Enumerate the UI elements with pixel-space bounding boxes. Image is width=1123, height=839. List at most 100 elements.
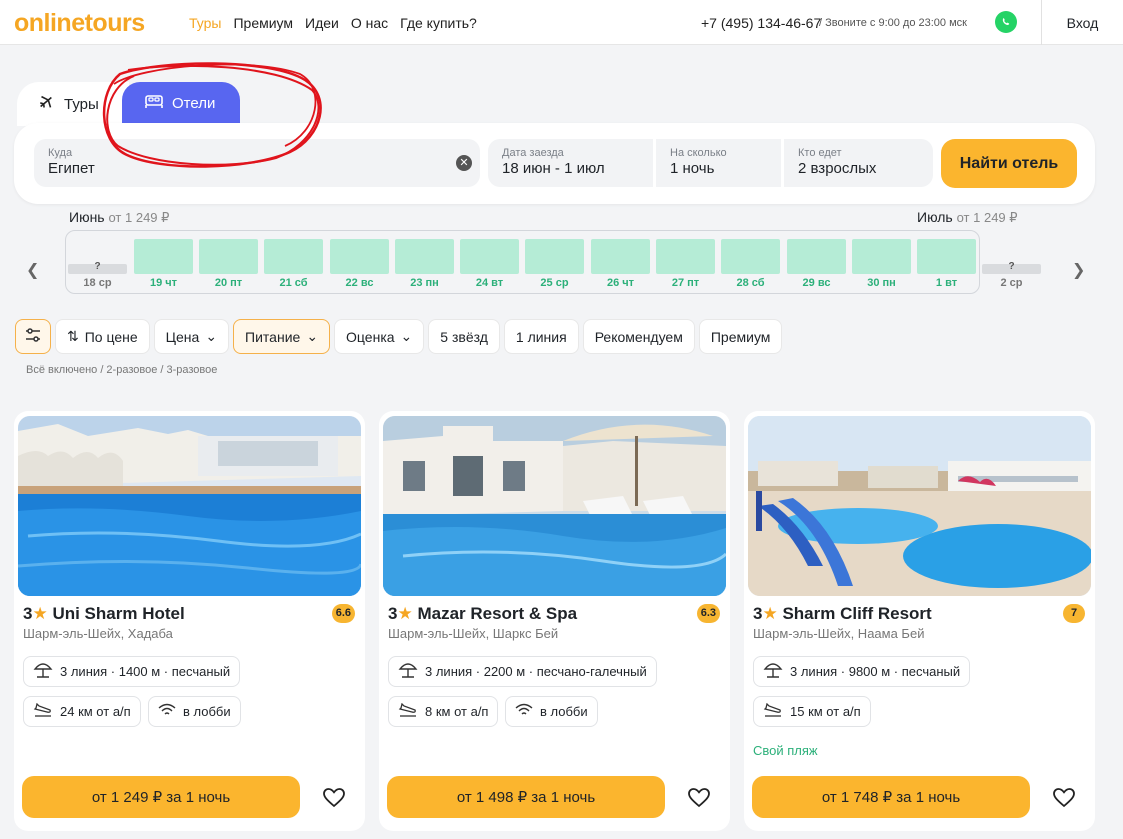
airport-distance-pill: 15 км от а/п	[753, 696, 871, 727]
beach-info-pill: 3 линия · 1400 м · песчаный	[23, 656, 241, 687]
tab-hotels[interactable]: Отели	[122, 82, 240, 124]
site-logo[interactable]: onlinetours	[14, 9, 145, 38]
plane-landing-icon	[763, 702, 783, 720]
rating-badge: 7	[1063, 604, 1085, 623]
sliders-icon	[24, 327, 42, 346]
nav-tours[interactable]: Туры	[189, 15, 221, 31]
chevron-left-icon[interactable]: ❮	[26, 260, 39, 280]
plane-landing-icon	[33, 702, 53, 720]
calendar-day[interactable]: 19 чт	[134, 239, 193, 289]
price-button[interactable]: от 1 748 ₽ за 1 ночь	[752, 776, 1030, 818]
heart-icon[interactable]	[323, 788, 345, 813]
nav-premium[interactable]: Премиум	[233, 15, 293, 31]
checkin-date-field[interactable]: Дата заезда 18 июн - 1 июл	[488, 139, 653, 187]
chevron-down-icon: ⌄	[306, 328, 319, 344]
nights-field[interactable]: На сколько 1 ночь	[656, 139, 781, 187]
tab-tours[interactable]: Туры	[17, 82, 129, 126]
search-panel: Куда Египет ✕ Дата заезда 18 июн - 1 июл…	[14, 123, 1095, 204]
five-stars-filter[interactable]: 5 звёзд	[428, 319, 500, 354]
hotel-title[interactable]: 3★ Uni Sharm Hotel	[23, 604, 185, 624]
whatsapp-icon[interactable]	[995, 11, 1017, 33]
beach-umbrella-icon	[33, 661, 53, 682]
calendar-day[interactable]: 25 ср	[525, 239, 584, 289]
nav-about[interactable]: О нас	[351, 15, 388, 31]
airport-distance-pill: 24 км от а/п	[23, 696, 141, 727]
airport-distance-pill: 8 км от а/п	[388, 696, 499, 727]
price-button[interactable]: от 1 249 ₽ за 1 ночь	[22, 776, 300, 818]
wifi-icon	[515, 703, 533, 720]
calendar-day[interactable]: 30 пн	[852, 239, 911, 289]
login-button[interactable]: Вход	[1041, 0, 1123, 45]
checkin-value: 18 июн - 1 июл	[502, 160, 605, 177]
recommended-filter[interactable]: Рекомендуем	[582, 319, 695, 354]
hotel-location: Шарм-эль-Шейх, Шаркс Бей	[388, 626, 559, 641]
beach-info-pill: 3 линия · 9800 м · песчаный	[753, 656, 971, 687]
guests-field[interactable]: Кто едет 2 взрослых	[784, 139, 933, 187]
hotel-photo[interactable]	[748, 416, 1091, 596]
checkin-label: Дата заезда	[502, 147, 564, 159]
plane-landing-icon	[398, 702, 418, 720]
nav-ideas[interactable]: Идеи	[305, 15, 339, 31]
filter-settings-button[interactable]	[15, 319, 51, 354]
beach-info-pill: 3 линия · 2200 м · песчано-галечный	[388, 656, 657, 687]
sort-arrows-icon: ⇅	[67, 328, 79, 344]
nav-where-to-buy[interactable]: Где купить?	[400, 15, 477, 31]
hotel-card[interactable]: 3★ Mazar Resort & Spa 6.3 Шарм-эль-Шейх,…	[379, 411, 730, 831]
beach-umbrella-icon	[398, 661, 418, 682]
score-filter-dropdown[interactable]: Оценка ⌄	[334, 319, 425, 354]
calendar-day[interactable]: 20 пт	[199, 239, 258, 289]
food-filter-note: Всё включено / 2-разовое / 3-разовое	[26, 364, 218, 376]
calendar-day[interactable]: 28 сб	[721, 239, 780, 289]
sort-by-price-button[interactable]: ⇅ По цене	[55, 319, 150, 354]
calendar-day[interactable]: 24 вт	[460, 239, 519, 289]
hotel-photo[interactable]	[18, 416, 361, 596]
tab-hotels-label: Отели	[172, 94, 216, 112]
phone-hours: / Звоните с 9:00 до 23:00 мск	[819, 17, 967, 29]
calendar-day[interactable]: 27 пт	[656, 239, 715, 289]
food-filter-dropdown[interactable]: Питание ⌄	[233, 319, 331, 354]
month-july-price: от 1 249 ₽	[956, 210, 1018, 225]
wifi-icon	[158, 703, 176, 720]
calendar-day[interactable]: 21 сб	[264, 239, 323, 289]
guests-value: 2 взрослых	[798, 160, 877, 177]
destination-label: Куда	[48, 147, 73, 159]
month-june: Июнь от 1 249 ₽	[69, 209, 170, 225]
hotel-card[interactable]: 3★ Sharm Cliff Resort 7 Шарм-эль-Шейх, Н…	[744, 411, 1095, 831]
phone-number[interactable]: +7 (495) 134-46-67	[701, 15, 821, 31]
hotel-title[interactable]: 3★ Mazar Resort & Spa	[388, 604, 577, 624]
hotel-card[interactable]: 3★ Uni Sharm Hotel 6.6 Шарм-эль-Шейх, Ха…	[14, 411, 365, 831]
hotel-title[interactable]: 3★ Sharm Cliff Resort	[753, 604, 932, 624]
price-button[interactable]: от 1 498 ₽ за 1 ночь	[387, 776, 665, 818]
hotel-location: Шарм-эль-Шейх, Хадаба	[23, 626, 173, 641]
wifi-pill: в лобби	[148, 696, 241, 727]
find-hotel-button[interactable]: Найти отель	[941, 139, 1077, 188]
month-july: Июль от 1 249 ₽	[917, 209, 1018, 225]
chevron-right-icon[interactable]: ❯	[1072, 260, 1085, 280]
airplane-icon	[36, 92, 56, 116]
destination-value[interactable]: Египет	[48, 160, 466, 177]
calendar-day[interactable]: 1 вт	[917, 239, 976, 289]
star-icon: ★	[32, 604, 48, 623]
calendar-day[interactable]: 22 вс	[330, 239, 389, 289]
star-icon: ★	[397, 604, 413, 623]
clear-icon[interactable]: ✕	[456, 155, 472, 171]
month-june-price: от 1 249 ₽	[108, 210, 170, 225]
bed-icon	[144, 93, 164, 113]
nights-label: На сколько	[670, 147, 727, 159]
filter-bar: ⇅ По цене Цена ⌄ Питание ⌄ Оценка ⌄ 5 зв…	[15, 319, 783, 354]
premium-filter[interactable]: Премиум	[698, 319, 783, 354]
calendar-day[interactable]: ? 2 ср	[982, 239, 1041, 289]
calendar-day[interactable]: ? 18 ср	[68, 239, 127, 289]
nights-value: 1 ночь	[670, 160, 715, 177]
wifi-pill: в лобби	[505, 696, 598, 727]
destination-field[interactable]: Куда Египет ✕	[34, 139, 480, 187]
heart-icon[interactable]	[1053, 788, 1075, 813]
site-header: onlinetours Туры Премиум Идеи О нас Где …	[0, 0, 1123, 45]
heart-icon[interactable]	[688, 788, 710, 813]
first-line-filter[interactable]: 1 линия	[503, 319, 579, 354]
calendar-day[interactable]: 23 пн	[395, 239, 454, 289]
calendar-day[interactable]: 26 чт	[591, 239, 650, 289]
hotel-photo[interactable]	[383, 416, 726, 596]
price-filter-dropdown[interactable]: Цена ⌄	[153, 319, 230, 354]
calendar-day[interactable]: 29 вс	[787, 239, 846, 289]
